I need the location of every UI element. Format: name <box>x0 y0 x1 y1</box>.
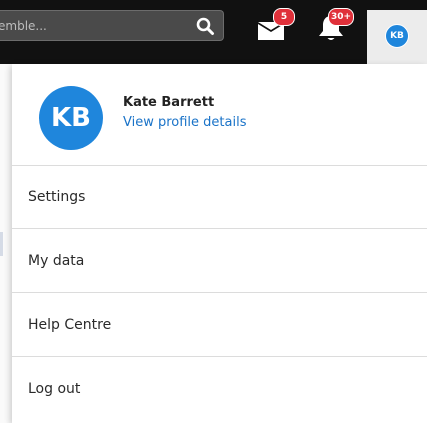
page-edge-marker <box>0 232 3 256</box>
notifications-button[interactable]: 30+ <box>314 8 355 44</box>
top-navigation-bar: 5 30+ KB <box>0 0 427 64</box>
profile-name: Kate Barrett <box>123 95 215 110</box>
account-dropdown-menu: KB Kate Barrett View profile details Set… <box>12 64 427 423</box>
messages-button[interactable]: 5 <box>255 8 295 44</box>
profile-summary: KB Kate Barrett View profile details <box>12 64 427 166</box>
page-background <box>0 64 12 423</box>
messages-count-badge: 5 <box>273 8 295 26</box>
search-divider <box>224 10 232 41</box>
menu-item-log-out[interactable]: Log out <box>12 357 427 421</box>
search-icon[interactable] <box>195 16 215 36</box>
menu-item-my-data[interactable]: My data <box>12 229 427 293</box>
search-input[interactable] <box>0 11 180 40</box>
view-profile-link[interactable]: View profile details <box>123 115 247 130</box>
menu-item-help-centre[interactable]: Help Centre <box>12 293 427 357</box>
profile-avatar: KB <box>39 86 103 150</box>
notifications-count-badge: 30+ <box>328 8 355 26</box>
menu-item-settings[interactable]: Settings <box>12 165 427 229</box>
menu-item-label: My data <box>28 252 85 269</box>
account-menu-button[interactable]: KB <box>367 10 427 64</box>
menu-item-label: Help Centre <box>28 316 112 333</box>
menu-item-label: Settings <box>28 188 86 205</box>
menu-item-label: Log out <box>28 381 81 397</box>
search-box <box>0 10 224 41</box>
avatar: KB <box>385 24 409 48</box>
